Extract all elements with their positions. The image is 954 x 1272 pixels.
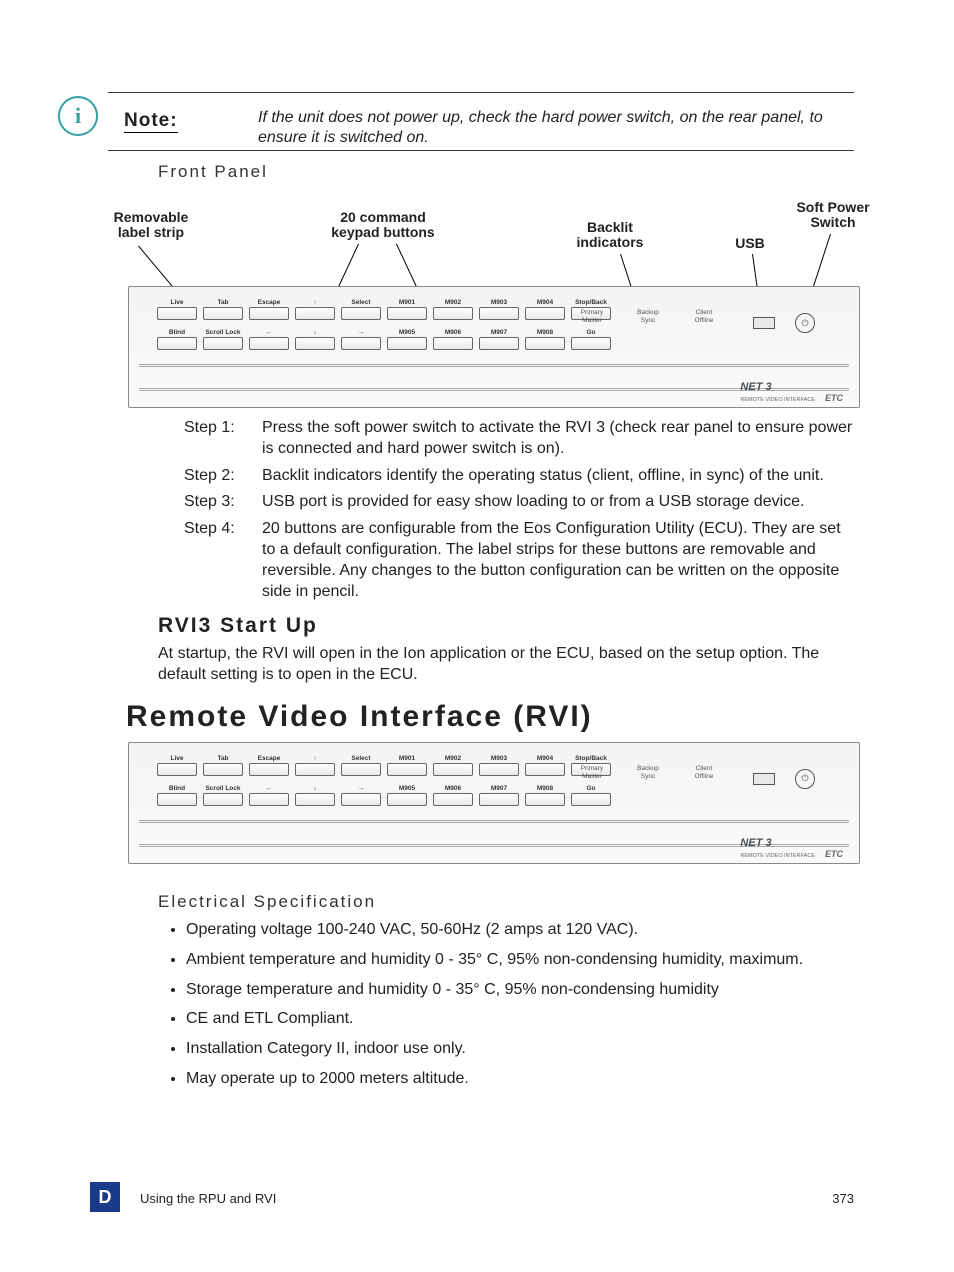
indicator-label: ClientOffline — [685, 765, 723, 781]
footer-page: 373 — [832, 1191, 854, 1206]
spec-item: Storage temperature and humidity 0 - 35°… — [186, 980, 854, 1001]
brand-footer: NET 3REMOTE VIDEO INTERFACE ETC — [740, 381, 843, 403]
usb-port-icon — [753, 317, 775, 329]
leader-line — [811, 234, 831, 293]
spec-item: Operating voltage 100-240 VAC, 50-60Hz (… — [186, 920, 854, 941]
keypad-button: ↓ — [295, 785, 335, 805]
callout-keypad: 20 command keypad buttons — [318, 210, 448, 241]
heading-front-panel: Front Panel — [158, 162, 854, 182]
heading-rvi: Remote Video Interface (RVI) — [126, 700, 854, 734]
keypad-button: Blind — [157, 785, 197, 805]
keypad-button: Live — [157, 755, 197, 775]
callout-soft-power: Soft Power Switch — [788, 200, 878, 231]
indicator-label: PrimaryMaster — [573, 309, 611, 325]
keypad-button: Live — [157, 299, 197, 319]
heading-electrical: Electrical Specification — [158, 892, 854, 912]
keypad-button: M907 — [479, 329, 519, 349]
keypad-button: M907 — [479, 785, 519, 805]
keypad-button: Select — [341, 755, 381, 775]
callout-removable-label: Removable label strip — [106, 210, 196, 241]
keypad-button: M906 — [433, 329, 473, 349]
step-item: Step 4:20 buttons are configurable from … — [184, 519, 854, 602]
keypad-button: M903 — [479, 299, 519, 319]
indicator-label: BackupSync — [629, 765, 667, 781]
indicator-label: ClientOffline — [685, 309, 723, 325]
rvi-diagram: LiveTabEscape↑SelectM901M902M903M904Stop… — [128, 742, 860, 864]
keypad-button: M908 — [525, 329, 565, 349]
keypad-button: M905 — [387, 329, 427, 349]
keypad-button: ↓ — [295, 329, 335, 349]
keypad-button: M901 — [387, 299, 427, 319]
front-panel-diagram: LiveTabEscape↑SelectM901M902M903M904Stop… — [128, 286, 860, 408]
usb-port-icon — [753, 773, 775, 785]
spec-item: May operate up to 2000 meters altitude. — [186, 1069, 854, 1090]
body-text: At startup, the RVI will open in the Ion… — [158, 644, 854, 686]
keypad-button: M904 — [525, 755, 565, 775]
keypad-button: M902 — [433, 299, 473, 319]
divider — [108, 92, 854, 93]
keypad-button: Go — [571, 785, 611, 805]
footer-section: Using the RPU and RVI — [140, 1191, 276, 1206]
brand-footer: NET 3REMOTE VIDEO INTERFACE ETC — [740, 837, 843, 859]
keypad-button: Select — [341, 299, 381, 319]
keypad-button: Escape — [249, 755, 289, 775]
power-icon: ⏻ — [795, 769, 815, 789]
keypad-button: ↑ — [295, 299, 335, 319]
steps-list: Step 1:Press the soft power switch to ac… — [184, 418, 854, 602]
indicator-label: PrimaryMaster — [573, 765, 611, 781]
keypad-button: → — [341, 785, 381, 805]
keypad-button: Go — [571, 329, 611, 349]
keypad-button: Tab — [203, 299, 243, 319]
leader-line — [138, 246, 176, 291]
keypad-button: M905 — [387, 785, 427, 805]
heading-rvi3-startup: RVI3 Start Up — [158, 614, 854, 638]
spec-item: Ambient temperature and humidity 0 - 35°… — [186, 950, 854, 971]
keypad-button: ← — [249, 785, 289, 805]
keypad-button: M903 — [479, 755, 519, 775]
keypad-button: Scroll Lock — [203, 785, 243, 805]
callout-backlit: Backlit indicators — [560, 220, 660, 251]
keypad-button: M902 — [433, 755, 473, 775]
keypad-button: Scroll Lock — [203, 329, 243, 349]
step-item: Step 3:USB port is provided for easy sho… — [184, 492, 854, 513]
step-item: Step 2:Backlit indicators identify the o… — [184, 466, 854, 487]
keypad-button: Tab — [203, 755, 243, 775]
info-icon: i — [58, 96, 98, 136]
spec-item: CE and ETL Compliant. — [186, 1009, 854, 1030]
divider — [108, 150, 854, 151]
power-icon: ⏻ — [795, 313, 815, 333]
callout-row: Removable label strip 20 command keypad … — [158, 200, 854, 278]
keypad-button: M904 — [525, 299, 565, 319]
keypad-button: M908 — [525, 785, 565, 805]
appendix-badge: D — [90, 1182, 120, 1212]
keypad-button: Escape — [249, 299, 289, 319]
note-label: Note: — [124, 110, 178, 133]
keypad-button: M906 — [433, 785, 473, 805]
keypad-button: → — [341, 329, 381, 349]
spec-item: Installation Category II, indoor use onl… — [186, 1039, 854, 1060]
note-text: If the unit does not power up, check the… — [258, 108, 854, 148]
keypad-button: ← — [249, 329, 289, 349]
electrical-spec-list: Operating voltage 100-240 VAC, 50-60Hz (… — [186, 920, 854, 1090]
keypad-button: Blind — [157, 329, 197, 349]
callout-usb: USB — [720, 236, 780, 251]
keypad-button: M901 — [387, 755, 427, 775]
indicator-label: BackupSync — [629, 309, 667, 325]
step-item: Step 1:Press the soft power switch to ac… — [184, 418, 854, 460]
keypad-button: ↑ — [295, 755, 335, 775]
